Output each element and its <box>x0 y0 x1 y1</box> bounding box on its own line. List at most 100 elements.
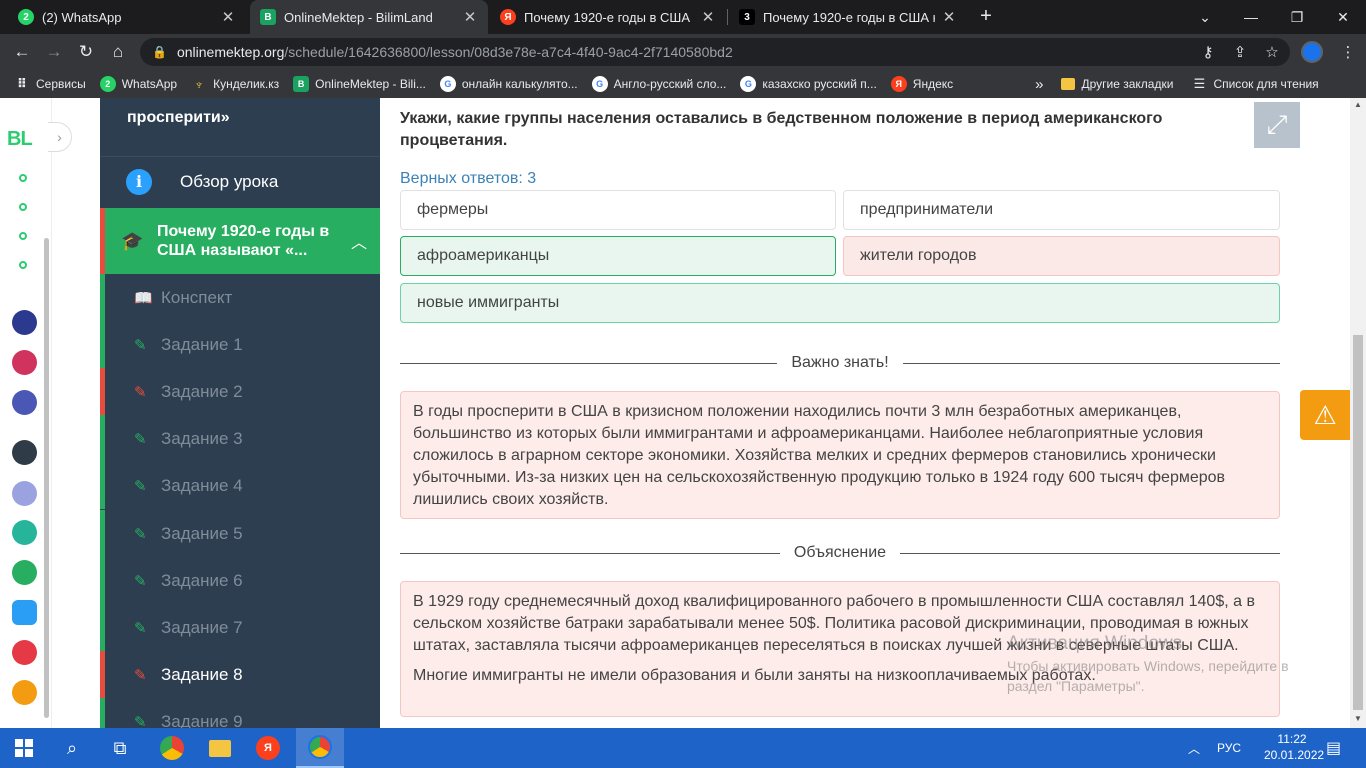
windows-start-icon[interactable] <box>0 728 48 768</box>
minimize-icon[interactable]: — <box>1228 0 1274 34</box>
close-icon[interactable]: ✕ <box>220 8 236 26</box>
tab-onlinemektep[interactable]: B OnlineMektep - BilimLand ✕ <box>250 0 488 34</box>
share-icon[interactable]: ⇪ <box>1228 40 1252 64</box>
rail-scrollbar[interactable] <box>44 238 49 718</box>
key-icon[interactable]: ⚷ <box>1196 40 1220 64</box>
file-explorer-icon[interactable] <box>196 728 244 768</box>
rail-dot[interactable] <box>19 261 27 269</box>
scrollbar-thumb[interactable] <box>1353 335 1363 710</box>
answer-option[interactable]: фермеры <box>400 190 836 230</box>
tab-znanija-result[interactable]: 3 Почему 1920-е годы в США наз ✕ <box>729 0 967 34</box>
sidebar-item-task[interactable]: ✎ Задание 2 <box>100 368 380 415</box>
bilim-land-icon[interactable] <box>12 560 37 585</box>
restore-icon[interactable]: ❐ <box>1274 0 1320 34</box>
warning-icon[interactable]: ⚠ <box>1300 390 1350 440</box>
fullscreen-icon[interactable]: ⤢ <box>1254 102 1300 148</box>
bookmark-services[interactable]: ⠿ Сервисы <box>0 70 93 98</box>
bookmark-kz-ru-translate[interactable]: G казахско русский п... <box>733 70 883 98</box>
answer-option-missed[interactable]: новые иммигранты <box>400 283 1280 323</box>
bookmark-calculator[interactable]: G онлайн калькулято... <box>433 70 585 98</box>
chrome-icon[interactable] <box>148 728 196 768</box>
important-heading-text: Важно знать! <box>777 354 903 371</box>
tab-whatsapp[interactable]: 2 (2) WhatsApp ✕ <box>8 0 246 34</box>
sidebar-item-task[interactable]: ✎ Задание 5 <box>100 510 380 557</box>
search-icon[interactable]: ⌕ <box>48 728 96 768</box>
tab-yandex-result[interactable]: Я Почему 1920-е годы в США наз ✕ <box>490 0 726 34</box>
sidebar-item-task[interactable]: ✎ Задание 7 <box>100 604 380 651</box>
close-window-icon[interactable]: ✕ <box>1320 0 1366 34</box>
chrome-active-icon[interactable] <box>296 728 344 768</box>
imektep-icon[interactable] <box>12 680 37 705</box>
sidebar-item-task[interactable]: ✎ Задание 9 <box>100 698 380 728</box>
bookmark-other-folder[interactable]: Другие закладки <box>1054 70 1180 98</box>
bilimland-test-icon[interactable] <box>12 600 37 625</box>
yandex-browser-icon[interactable]: Я <box>244 728 292 768</box>
sidebar-item-task[interactable]: ✎ Задание 8 <box>100 651 380 698</box>
answer-option-wrong[interactable]: жители городов <box>843 236 1280 276</box>
sidebar-item-task[interactable]: ✎ Задание 4 <box>100 462 380 509</box>
answer-label: фермеры <box>417 201 489 218</box>
smart-nation-icon[interactable] <box>12 440 37 465</box>
notifications-icon[interactable]: ▤ <box>1326 728 1341 768</box>
sidebar-item-task[interactable]: 📖 Конспект <box>100 274 380 321</box>
system-clock[interactable]: 11:22 20.01.2022 <box>1264 731 1324 763</box>
rail-dot[interactable] <box>19 203 27 211</box>
task-view-icon[interactable]: ⧉ <box>96 728 144 768</box>
close-icon[interactable]: ✕ <box>941 8 957 26</box>
google-icon: G <box>591 76 608 92</box>
language-indicator[interactable]: РУС <box>1217 728 1241 768</box>
bookmarks-overflow-button[interactable]: » <box>1028 70 1050 98</box>
google-icon: G <box>740 76 757 92</box>
twig-icon[interactable] <box>12 640 37 665</box>
tab-search-icon[interactable]: ⌄ <box>1182 0 1228 34</box>
sidebar-item-task[interactable]: ✎ Задание 1 <box>100 321 380 368</box>
bookmark-onlinemektep[interactable]: B OnlineMektep - Bili... <box>286 70 433 98</box>
bookmark-en-ru-dict[interactable]: G Англо-русский сло... <box>585 70 734 98</box>
back-icon[interactable]: ← <box>10 40 34 64</box>
browser-toolbar: ← → ↻ ⌂ 🔒 onlinemektep.org/schedule/1642… <box>0 34 1366 70</box>
bookmark-kundelik[interactable]: ♆ Кунделик.кз <box>184 70 286 98</box>
bilim-shop-icon[interactable] <box>12 350 37 375</box>
sidebar-current-topic[interactable]: 🎓 Почему 1920-е годы в США называют «...… <box>100 208 380 274</box>
reading-list-button[interactable]: ☰ Список для чтения <box>1184 70 1325 98</box>
sidebar-item-task[interactable]: ✎ Задание 6 <box>100 557 380 604</box>
answer-option[interactable]: предприниматели <box>843 190 1280 230</box>
home-icon[interactable]: ⌂ <box>106 40 130 64</box>
sidebar-item-task[interactable]: ✎ Задание 3 <box>100 415 380 462</box>
bilimland-icon: B <box>260 9 276 25</box>
scroll-down-icon[interactable]: ▼ <box>1350 714 1366 723</box>
sidebar-item-label: Задание 8 <box>161 664 243 684</box>
tab-title: Почему 1920-е годы в США наз <box>763 9 935 25</box>
chevron-up-icon[interactable]: ︿ <box>351 229 367 253</box>
bilim-olimp-icon[interactable] <box>12 520 37 545</box>
bilim-book-icon[interactable] <box>12 390 37 415</box>
explanation-heading: Объяснение <box>380 544 1300 562</box>
close-icon[interactable]: ✕ <box>700 8 716 26</box>
answer-label: афроамериканцы <box>417 247 550 264</box>
rail-dot[interactable] <box>19 232 27 240</box>
watermark-line: Чтобы активировать Windows, перейдите в <box>1007 658 1289 674</box>
tray-expand-icon[interactable]: ︿ <box>1188 728 1200 768</box>
page-scrollbar[interactable]: ▲ ▼ <box>1350 98 1366 728</box>
bilim-tutor-icon[interactable] <box>12 310 37 335</box>
reload-icon[interactable]: ↻ <box>74 40 98 64</box>
new-tab-button[interactable]: + <box>974 5 998 29</box>
bookmark-yandex[interactable]: Я Яндекс <box>884 70 960 98</box>
forward-icon[interactable]: → <box>42 40 66 64</box>
bookmark-whatsapp[interactable]: 2 WhatsApp <box>93 70 184 98</box>
chevron-right-icon[interactable]: › <box>48 122 72 152</box>
whatsapp-icon: 2 <box>99 76 116 92</box>
answer-label: жители городов <box>860 247 977 264</box>
star-icon[interactable]: ☆ <box>1260 40 1284 64</box>
news-icon[interactable] <box>12 481 37 506</box>
scroll-up-icon[interactable]: ▲ <box>1350 100 1366 109</box>
bilimland-logo[interactable]: BL <box>7 128 33 151</box>
menu-icon[interactable]: ⋮ <box>1336 40 1360 64</box>
address-bar[interactable]: 🔒 onlinemektep.org/schedule/1642636800/l… <box>140 38 1290 66</box>
close-icon[interactable]: ✕ <box>462 8 478 26</box>
rail-dot[interactable] <box>19 174 27 182</box>
answer-option-correct[interactable]: афроамериканцы <box>400 236 836 276</box>
sidebar-item-label: Задание 9 <box>161 711 243 729</box>
sidebar-item-overview[interactable]: i Обзор урока <box>100 156 380 206</box>
profile-avatar[interactable] <box>1301 41 1323 63</box>
